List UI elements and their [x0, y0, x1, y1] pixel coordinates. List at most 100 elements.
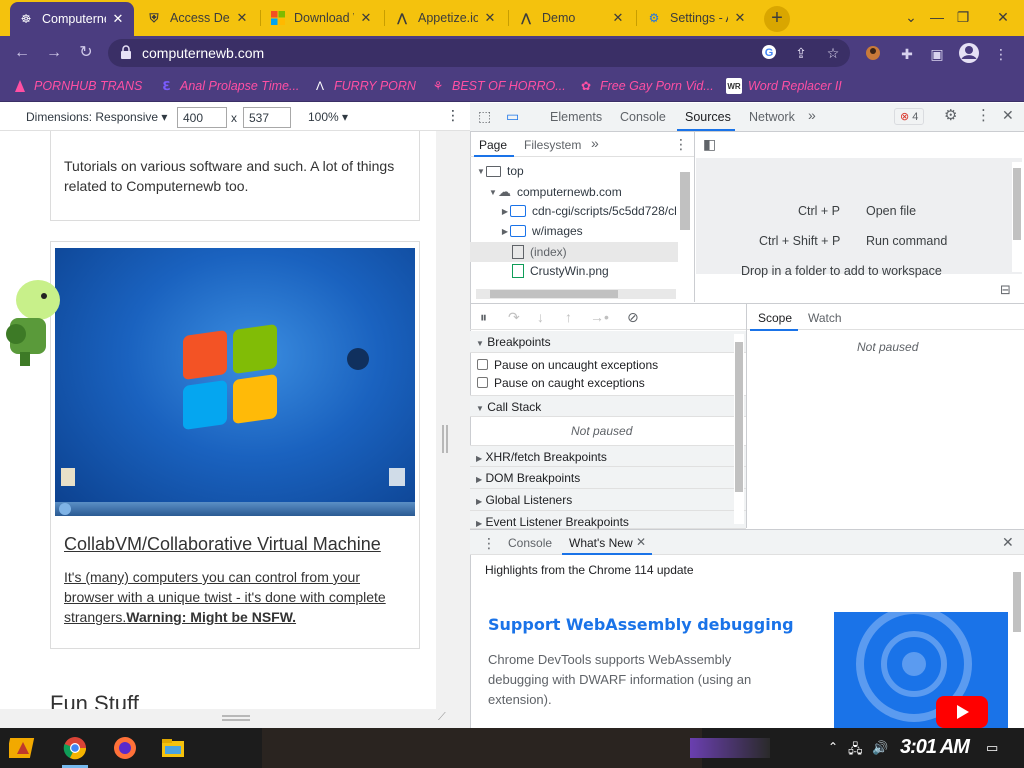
- tab-elements[interactable]: Elements: [550, 110, 602, 124]
- call-stack-section[interactable]: ▼ Call Stack: [470, 395, 746, 417]
- error-badge[interactable]: ⊗ 4: [894, 108, 925, 125]
- tab-demo[interactable]: ⋀ Demo ✕: [510, 4, 634, 32]
- tree-item-folder[interactable]: ▶ cdn-cgi/scripts/5c5dd728/cl: [500, 204, 677, 218]
- reload-icon[interactable]: ↻: [74, 42, 98, 64]
- global-listeners-section[interactable]: ▶ Global Listeners: [470, 489, 746, 511]
- event-listener-section[interactable]: ▶ Event Listener Breakpoints: [470, 511, 746, 529]
- breakpoints-section[interactable]: ▼ Breakpoints: [470, 331, 746, 353]
- notifications-icon[interactable]: ▭: [986, 740, 998, 756]
- bookmark-item[interactable]: WR Word Replacer II: [726, 77, 842, 95]
- resize-handle-bottom[interactable]: [222, 715, 250, 721]
- whats-new-video-thumbnail[interactable]: [834, 612, 1008, 728]
- pause-uncaught-checkbox[interactable]: [477, 359, 488, 370]
- side-panel-icon[interactable]: ▣: [928, 45, 946, 63]
- minimize-icon[interactable]: —: [924, 6, 950, 28]
- youtube-play-icon[interactable]: [936, 696, 988, 728]
- tab-drawer-console[interactable]: Console: [508, 536, 552, 550]
- start-button[interactable]: [8, 733, 38, 763]
- tab-scope[interactable]: Scope: [758, 311, 792, 325]
- clock[interactable]: 3:01 AM: [900, 736, 970, 759]
- tree-item-top[interactable]: ▼ top: [476, 164, 524, 178]
- pause-icon[interactable]: ⏸: [480, 309, 487, 326]
- tab-page[interactable]: Page: [479, 138, 507, 152]
- dimensions-dropdown[interactable]: Dimensions: Responsive ▾: [26, 110, 167, 124]
- tab-download-windows[interactable]: Download Windows ✕: [262, 4, 382, 32]
- profile-extension-icon[interactable]: [864, 45, 882, 63]
- more-tabs-icon[interactable]: »: [808, 107, 816, 123]
- bookmark-item[interactable]: Λ FURRY PORN: [312, 77, 416, 95]
- file-explorer-icon[interactable]: [158, 733, 188, 763]
- step-out-icon[interactable]: ↑: [565, 309, 572, 325]
- step-icon[interactable]: →•: [590, 309, 609, 325]
- drawer-more-icon[interactable]: ⋮: [482, 535, 496, 552]
- close-tab-icon[interactable]: ✕: [610, 10, 626, 26]
- hscroll-thumb[interactable]: [490, 290, 618, 298]
- close-window-icon[interactable]: ✕: [990, 6, 1016, 28]
- zoom-dropdown[interactable]: 100% ▾: [308, 110, 348, 124]
- tray-chevron-icon[interactable]: ⌃: [828, 740, 838, 754]
- bookmark-item[interactable]: ⚘ BEST OF HORRO...: [430, 77, 566, 95]
- bookmark-item[interactable]: ℇ Anal Prolapse Time...: [158, 77, 299, 95]
- tab-settings[interactable]: ⚙ Settings - Appearance ✕: [638, 4, 756, 32]
- network-icon[interactable]: 🖧: [848, 740, 863, 762]
- tab-sources[interactable]: Sources: [685, 110, 731, 124]
- volume-icon[interactable]: 🔊: [872, 740, 888, 756]
- whats-new-headline[interactable]: Support WebAssembly debugging: [488, 615, 794, 634]
- back-icon[interactable]: ←: [10, 42, 34, 64]
- device-toggle-icon[interactable]: ▭: [506, 108, 519, 125]
- avatar[interactable]: [958, 42, 980, 64]
- more-navigator-icon[interactable]: »: [591, 135, 599, 151]
- close-tab-icon[interactable]: ✕: [732, 10, 748, 26]
- tab-console[interactable]: Console: [620, 110, 666, 124]
- url-text[interactable]: computernewb.com: [142, 45, 264, 61]
- step-over-icon[interactable]: ↷: [508, 309, 520, 326]
- tab-network[interactable]: Network: [749, 110, 795, 124]
- drawer-scrollbar[interactable]: [1012, 562, 1022, 728]
- share-icon[interactable]: ⇪: [792, 44, 810, 62]
- navigator-more-icon[interactable]: ⋮: [674, 136, 688, 153]
- bookmark-item[interactable]: ✿ Free Gay Porn Vid...: [578, 77, 714, 95]
- tree-scrollbar[interactable]: [680, 172, 690, 230]
- tab-access-denied[interactable]: ⛨ Access Denied ✕: [138, 4, 258, 32]
- tree-item-folder[interactable]: ▶ w/images: [500, 224, 583, 238]
- close-devtools-icon[interactable]: ✕: [1002, 107, 1014, 124]
- new-tab-button[interactable]: +: [764, 6, 790, 32]
- chrome-taskbar-icon[interactable]: [60, 733, 90, 763]
- address-bar[interactable]: computernewb.com G ⇪ ☆: [108, 39, 850, 67]
- tab-filesystem[interactable]: Filesystem: [524, 138, 581, 152]
- editor-scrollbar[interactable]: [1012, 162, 1022, 272]
- tree-hscrollbar[interactable]: [476, 289, 676, 299]
- dom-breakpoints-section[interactable]: ▶ DOM Breakpoints: [470, 467, 746, 489]
- step-into-icon[interactable]: ↓: [537, 309, 544, 325]
- editor-scroll-thumb[interactable]: [1013, 168, 1021, 240]
- collabvm-link[interactable]: CollabVM/Collaborative Virtual Machine: [64, 534, 381, 555]
- close-tab-icon[interactable]: ✕: [110, 11, 126, 27]
- devtools-more-icon[interactable]: ⋮: [976, 106, 991, 124]
- pause-caught-checkbox[interactable]: [477, 377, 488, 388]
- menu-kebab-icon[interactable]: ⋮: [992, 45, 1010, 63]
- close-whats-new-icon[interactable]: ✕: [636, 535, 646, 549]
- toggle-navigator-icon[interactable]: ◧: [703, 136, 716, 153]
- resize-corner-icon[interactable]: ⟋: [438, 711, 450, 723]
- sidebar-scroll-thumb[interactable]: [735, 342, 743, 492]
- drawer-scroll-thumb[interactable]: [1013, 572, 1021, 632]
- device-more-icon[interactable]: ⋮: [446, 107, 460, 124]
- settings-gear-icon[interactable]: ⚙: [944, 106, 957, 124]
- tab-watch[interactable]: Watch: [808, 311, 842, 325]
- tab-appetize[interactable]: ⋀ Appetize.io ✕: [386, 4, 506, 32]
- xhr-breakpoints-section[interactable]: ▶ XHR/fetch Breakpoints: [470, 445, 746, 467]
- tab-whats-new[interactable]: What's New: [569, 536, 633, 550]
- bookmark-star-icon[interactable]: ☆: [824, 44, 842, 62]
- close-tab-icon[interactable]: ✕: [234, 10, 250, 26]
- resize-handle-right[interactable]: [442, 425, 448, 453]
- toggle-debugger-icon[interactable]: ⊟: [1000, 282, 1011, 298]
- inspect-element-icon[interactable]: ⬚: [478, 108, 491, 125]
- forward-icon[interactable]: →: [42, 42, 66, 64]
- tree-item-index[interactable]: (index): [470, 242, 678, 262]
- extensions-puzzle-icon[interactable]: ✚: [898, 45, 916, 63]
- close-drawer-icon[interactable]: ✕: [1002, 534, 1014, 551]
- sidebar-scrollbar[interactable]: [734, 334, 744, 524]
- close-tab-icon[interactable]: ✕: [358, 10, 374, 26]
- width-input[interactable]: 400: [177, 107, 227, 128]
- firefox-taskbar-icon[interactable]: [110, 733, 140, 763]
